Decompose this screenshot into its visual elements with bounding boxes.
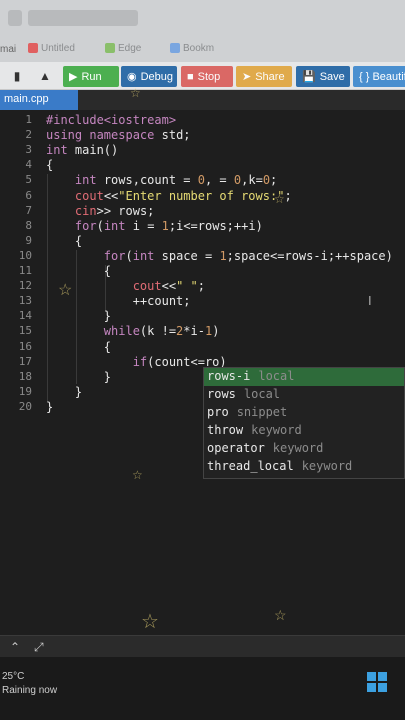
line-number: 1 [25, 113, 32, 126]
stop-icon: ■ [187, 70, 194, 83]
star-decoration-icon: ☆ [130, 86, 141, 100]
code-line[interactable]: 14 } [0, 309, 405, 324]
bookmark-item[interactable]: Edge [105, 41, 141, 55]
bookmark-item[interactable]: Bookm [170, 41, 214, 55]
line-number: 5 [25, 173, 32, 187]
autocomplete-popup: rows-i local rows local pro snippet throw ke… [203, 367, 405, 479]
line-number: 13 [18, 294, 32, 308]
code-line[interactable]: 11 { [0, 264, 405, 279]
weather-status[interactable]: Raining now [2, 685, 57, 696]
code-line[interactable]: 3 int main() [0, 143, 405, 158]
new-file-icon[interactable]: ▮ [6, 66, 28, 86]
code-text: { [46, 233, 83, 248]
line-number: 3 [25, 143, 32, 157]
line-number: 17 [18, 354, 32, 368]
line-number: 6 [25, 188, 32, 202]
line-number: 20 [18, 399, 32, 413]
bookmark-icon [28, 43, 38, 53]
code-line[interactable]: 7 cin>> rows; [0, 204, 405, 219]
line-number: 8 [25, 218, 32, 232]
star-decoration-icon: ☆ [132, 468, 143, 482]
code-line[interactable]: 1 #include<iostream> [0, 113, 405, 128]
code-line[interactable]: 16 { [0, 340, 405, 355]
code-line[interactable]: 5 int rows,count = 0, = 0,k=0; [0, 173, 405, 188]
text-cursor-icon: I [368, 293, 372, 308]
debug-icon: ◉ [127, 71, 137, 83]
code-text: { [46, 339, 112, 354]
line-number: 10 [18, 248, 32, 262]
code-text: } [46, 399, 54, 414]
line-number: 9 [25, 233, 32, 247]
debug-button[interactable]: ◉ Debug [121, 66, 177, 87]
code-text: if(count<=ro) [132, 354, 227, 369]
line-number: 2 [25, 128, 32, 142]
code-text: } [46, 369, 112, 384]
beautify-button[interactable]: { } Beautify [353, 66, 405, 87]
ide-toolbar: ▮ ▲ ▶ Run ◉ Debug ■ Stop ➤ Share 💾 Save { } B… [0, 62, 405, 90]
code-text: #include<iostream> [46, 113, 177, 127]
code-text: using namespace std; [46, 128, 191, 143]
browser-chrome: mai Untitled Edge Bookm [0, 0, 405, 62]
line-number: 15 [18, 324, 32, 338]
code-text: for(int i = 1;i<=rows;++i) [74, 218, 263, 233]
line-number: 14 [18, 309, 32, 323]
line-number: 7 [25, 203, 32, 217]
save-icon: 💾 [302, 71, 316, 83]
autocomplete-item[interactable]: pro snippet [204, 404, 404, 422]
autocomplete-item[interactable]: operator keyword [204, 440, 404, 458]
star-decoration-icon: ☆ [274, 607, 287, 623]
autocomplete-item[interactable]: rows local [204, 386, 404, 404]
star-decoration-icon: ☆ [58, 282, 73, 299]
code-text: { [46, 264, 112, 278]
browser-tab-icon[interactable] [8, 10, 22, 26]
upload-icon[interactable]: ▲ [34, 66, 56, 86]
line-number: 19 [18, 384, 32, 398]
code-text: } [46, 309, 112, 324]
expand-icon[interactable]: ⤢ [34, 640, 44, 655]
autocomplete-item[interactable]: throw keyword [204, 422, 404, 440]
line-number: 11 [18, 264, 32, 277]
save-button[interactable]: 💾 Save [296, 66, 350, 87]
bookmark-icon [170, 43, 180, 53]
code-text: for(int space = 1;space<=rows-i;++space) [103, 248, 393, 263]
stop-button[interactable]: ■ Stop [181, 66, 233, 87]
code-line[interactable]: 2 using namespace std; [0, 128, 405, 143]
play-icon: ▶ [69, 71, 78, 83]
bookmark-icon [105, 43, 115, 53]
code-text: while(k !=2*i-1) [103, 324, 220, 339]
bookmarks-bar: Untitled Edge Bookm [0, 38, 405, 58]
code-line[interactable]: 9 { [0, 234, 405, 249]
star-decoration-icon: ☆ [274, 192, 285, 206]
os-taskbar: 25°C Raining now [0, 657, 405, 720]
line-number: 4 [25, 158, 32, 172]
line-number: 18 [18, 369, 32, 383]
bookmark-item[interactable]: Untitled [28, 41, 75, 55]
code-text: } [46, 384, 83, 399]
code-line[interactable]: 15 while(k !=2*i-1) [0, 324, 405, 339]
autocomplete-item[interactable]: thread_local keyword [204, 458, 404, 476]
weather-temperature[interactable]: 25°C [2, 671, 24, 682]
file-tab-bar: main.cpp [0, 90, 405, 110]
run-button[interactable]: ▶ Run [63, 66, 119, 87]
code-line[interactable]: 4{ [0, 158, 405, 173]
code-line[interactable]: 6 cout<<"Enter number of rows:"; [0, 189, 405, 204]
tab-main-cpp[interactable]: main.cpp [0, 90, 78, 110]
star-decoration-icon: ☆ [141, 611, 159, 633]
code-text: { [46, 158, 54, 173]
line-number: 12 [18, 279, 32, 293]
code-line[interactable]: 8 for(int i = 1;i<=rows;++i) [0, 219, 405, 234]
share-icon: ➤ [242, 71, 252, 83]
windows-start-icon[interactable] [367, 672, 387, 692]
share-button[interactable]: ➤ Share [236, 66, 292, 87]
code-text: cin>> rows; [74, 203, 155, 218]
chevron-up-icon[interactable]: ⌃ [10, 640, 20, 654]
code-text: cout<<"Enter number of rows:"; [74, 188, 292, 203]
code-line[interactable]: 10 for(int space = 1;space<=rows-i;++spa… [0, 249, 405, 264]
editor-status-bar: ⌃ ⤢ [0, 635, 405, 657]
line-number: 16 [18, 339, 32, 353]
browser-tab[interactable] [28, 10, 138, 26]
code-text: int main() [46, 143, 119, 158]
code-text: int rows,count = 0, = 0,k=0; [74, 173, 278, 188]
autocomplete-item[interactable]: rows-i local [204, 368, 404, 386]
